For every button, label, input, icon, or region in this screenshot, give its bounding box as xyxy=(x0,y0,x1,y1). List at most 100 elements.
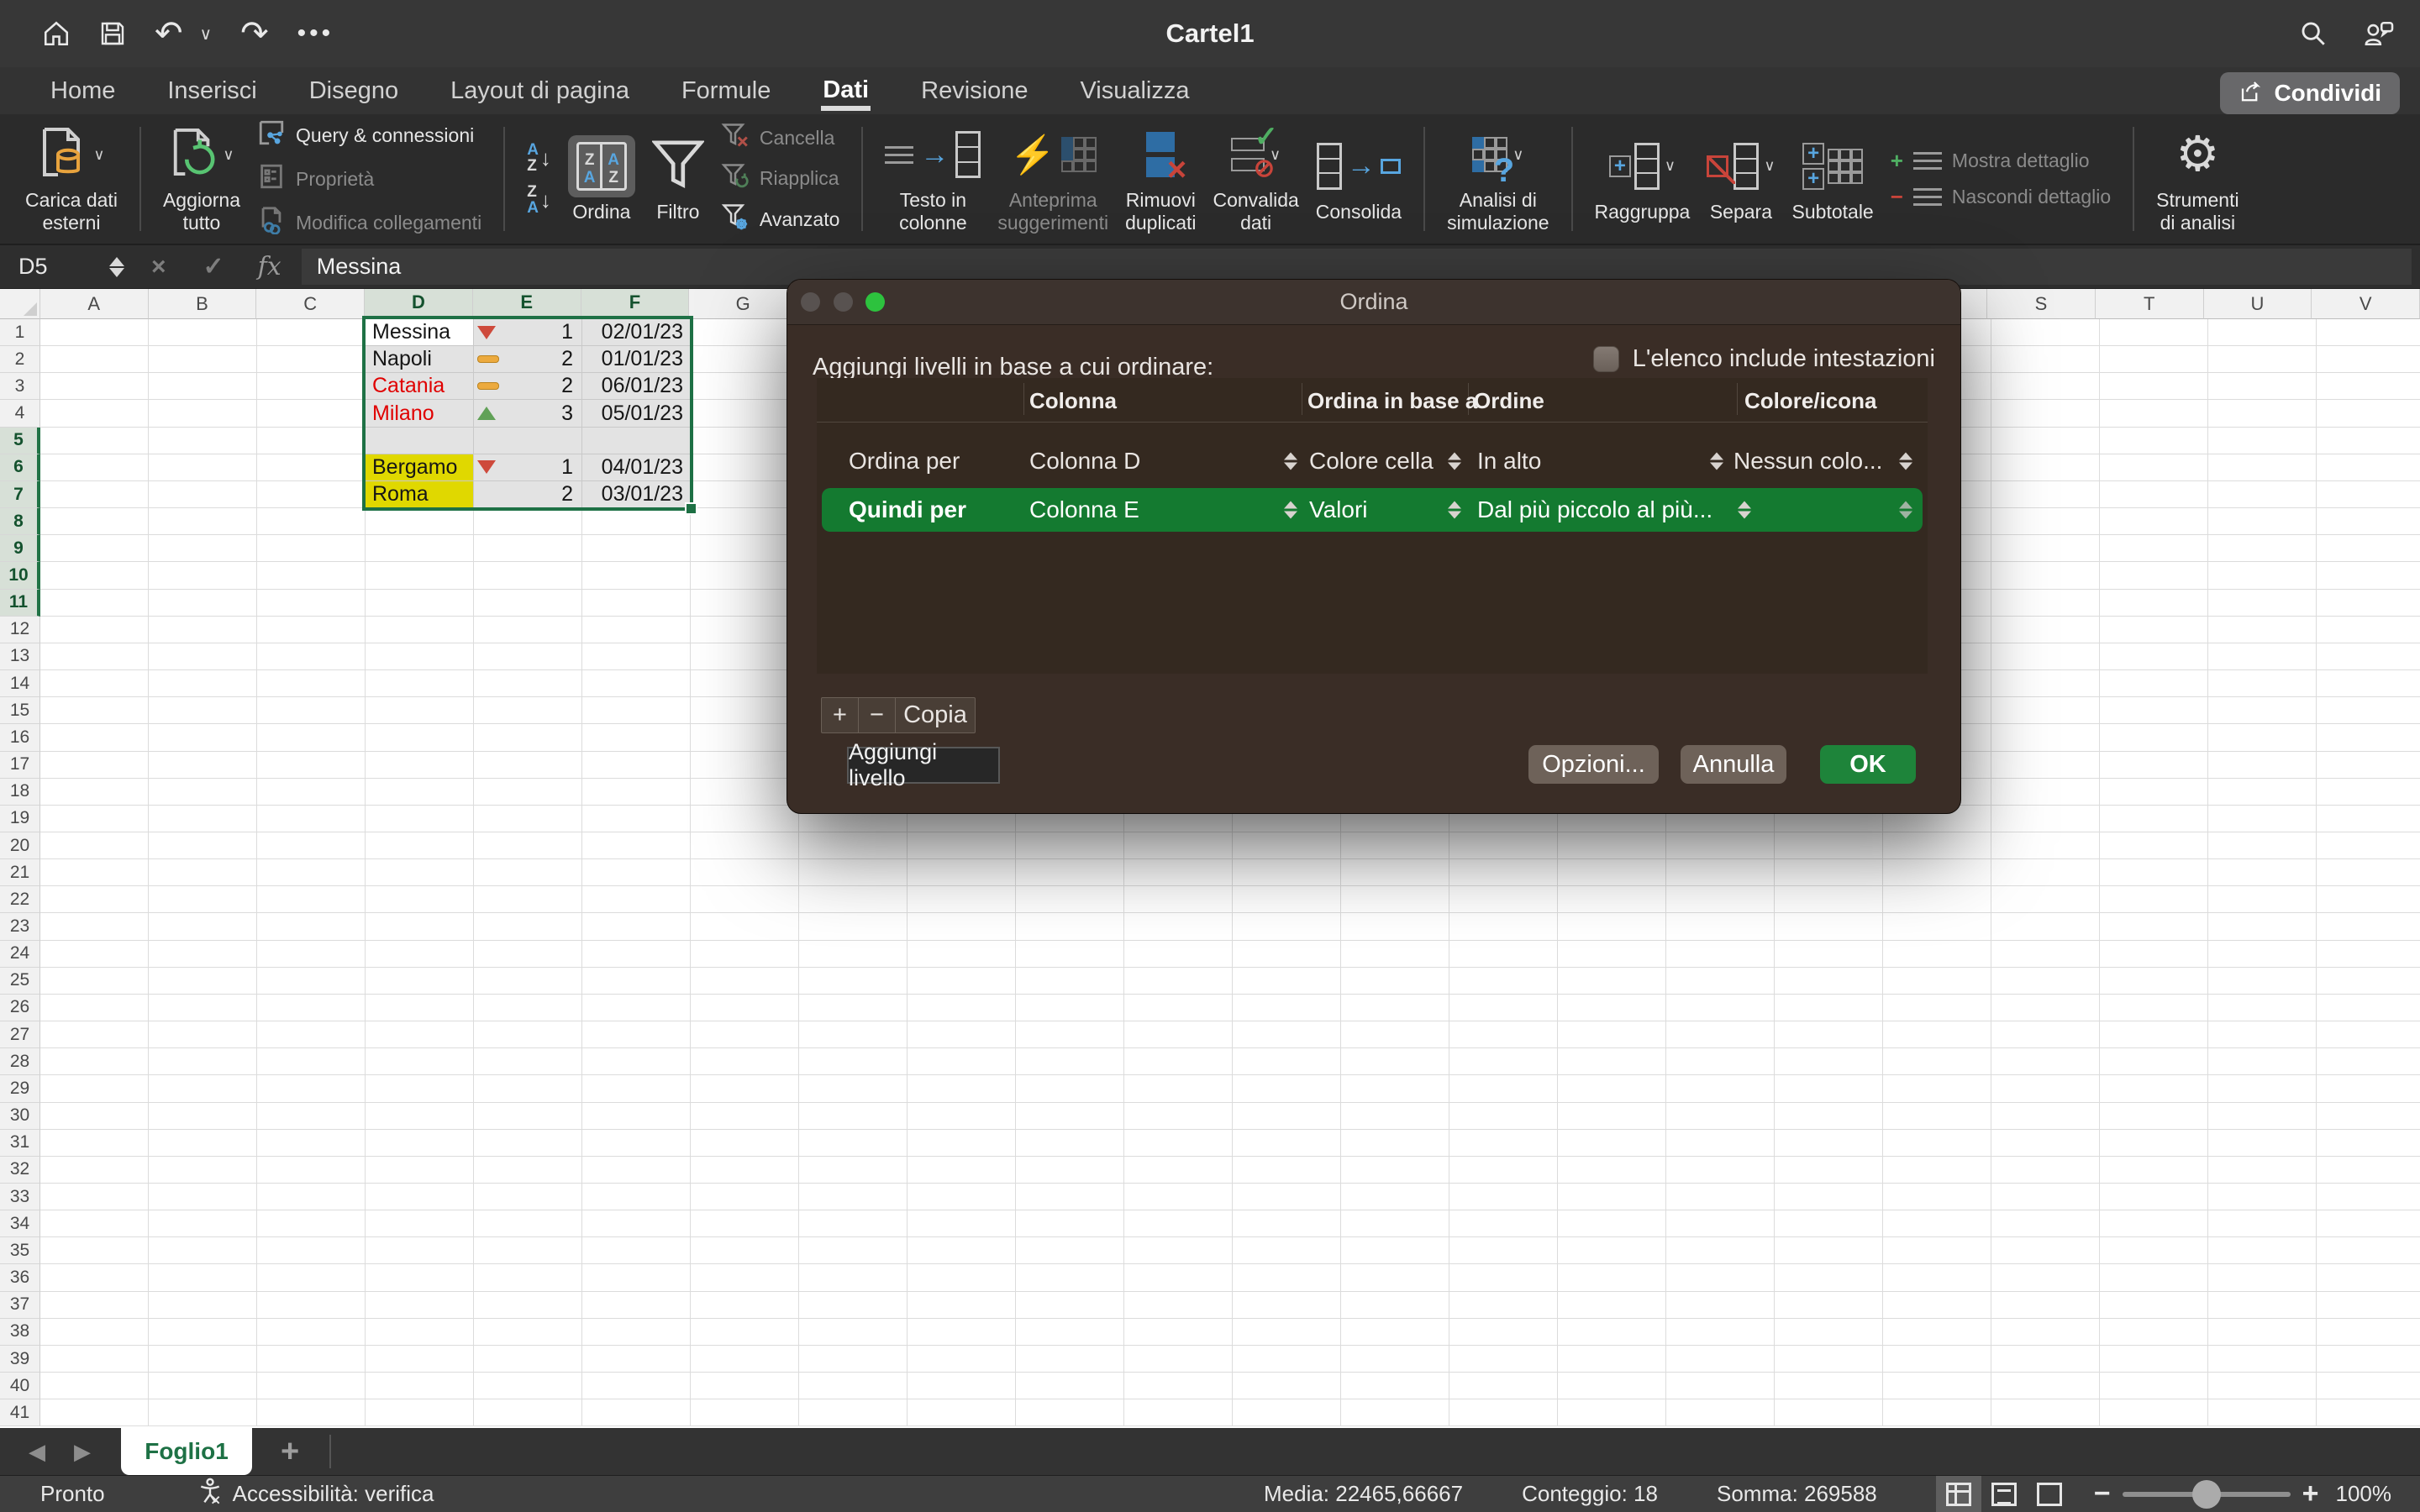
grid-cell[interactable] xyxy=(582,968,691,995)
grid-cell[interactable] xyxy=(1666,1399,1775,1426)
grid-cell[interactable] xyxy=(691,995,799,1021)
row-header-23[interactable]: 23 xyxy=(0,913,40,940)
grid-cell[interactable] xyxy=(2208,1210,2317,1237)
grid-cell[interactable] xyxy=(582,1157,691,1184)
grid-cell[interactable] xyxy=(691,724,799,751)
grid-cell[interactable] xyxy=(1991,724,2100,751)
grid-cell[interactable] xyxy=(1991,1157,2100,1184)
grid-cell[interactable] xyxy=(691,1075,799,1102)
grid-cell[interactable] xyxy=(1991,806,2100,832)
grid-cell[interactable] xyxy=(1124,1157,1233,1184)
grid-cell[interactable] xyxy=(1666,968,1775,995)
grid-cell[interactable] xyxy=(1016,886,1124,913)
undo-chevron-icon[interactable]: ∨ xyxy=(200,24,213,45)
grid-cell[interactable] xyxy=(474,1292,582,1319)
grid-cell[interactable] xyxy=(2208,806,2317,832)
grid-cell[interactable] xyxy=(1883,1292,1991,1319)
grid-cell[interactable] xyxy=(149,319,257,346)
grid-cell[interactable] xyxy=(1124,1021,1233,1048)
grid-cell[interactable] xyxy=(149,1075,257,1102)
row-header-10[interactable]: 10 xyxy=(0,562,40,589)
grid-cell[interactable] xyxy=(474,1184,582,1210)
grid-cell[interactable] xyxy=(2317,1130,2420,1157)
grid-cell[interactable] xyxy=(40,454,149,481)
grid-cell[interactable] xyxy=(1558,968,1666,995)
grid-cell[interactable] xyxy=(1991,1264,2100,1291)
order-dropdown[interactable]: Dal più piccolo al più... xyxy=(1477,496,1712,523)
grid-cell[interactable] xyxy=(2100,373,2208,400)
grid-cell[interactable] xyxy=(691,643,799,670)
row-header-28[interactable]: 28 xyxy=(0,1048,40,1075)
grid-cell[interactable] xyxy=(1016,1346,1124,1373)
grid-cell[interactable] xyxy=(1666,886,1775,913)
grid-cell[interactable] xyxy=(1666,1210,1775,1237)
grid-cell[interactable] xyxy=(1558,941,1666,968)
grid-cell[interactable] xyxy=(1775,886,1883,913)
row-header-21[interactable]: 21 xyxy=(0,859,40,886)
tab-visualizza[interactable]: Visualizza xyxy=(1078,72,1191,110)
grid-cell[interactable] xyxy=(1666,1319,1775,1346)
grid-cell[interactable] xyxy=(1449,1021,1558,1048)
grid-cell[interactable] xyxy=(1775,995,1883,1021)
grid-cell[interactable] xyxy=(40,1157,149,1184)
grid-cell[interactable] xyxy=(2100,913,2208,940)
grid-cell[interactable] xyxy=(474,590,582,617)
grid-cell[interactable] xyxy=(257,995,366,1021)
grid-cell[interactable] xyxy=(366,1130,474,1157)
grid-cell[interactable] xyxy=(1991,1103,2100,1130)
grid-cell[interactable] xyxy=(691,1373,799,1399)
grid-cell[interactable] xyxy=(366,1184,474,1210)
grid-cell[interactable] xyxy=(366,1157,474,1184)
grid-cell[interactable] xyxy=(2208,590,2317,617)
grid-cell[interactable] xyxy=(2100,1075,2208,1102)
grid-cell[interactable] xyxy=(2317,1184,2420,1210)
conteggio-stat[interactable]: Conteggio: 18 xyxy=(1522,1481,1658,1507)
grid-cell[interactable] xyxy=(2317,319,2420,346)
dropdown-stepper-icon[interactable] xyxy=(1899,453,1912,470)
cell-E9[interactable] xyxy=(474,428,582,454)
grid-cell[interactable] xyxy=(257,1184,366,1210)
grid-cell[interactable] xyxy=(1558,913,1666,940)
grid-cell[interactable] xyxy=(582,1048,691,1075)
column-header-U[interactable]: U xyxy=(2204,289,2312,319)
grid-cell[interactable] xyxy=(366,1319,474,1346)
grid-cell[interactable] xyxy=(1449,941,1558,968)
grid-cell[interactable] xyxy=(1558,1373,1666,1399)
grid-cell[interactable] xyxy=(1883,1075,1991,1102)
grid-cell[interactable] xyxy=(40,859,149,886)
grid-cell[interactable] xyxy=(1233,1103,1341,1130)
grid-cell[interactable] xyxy=(40,1319,149,1346)
grid-cell[interactable] xyxy=(799,886,908,913)
grid-cell[interactable] xyxy=(2317,859,2420,886)
grid-cell[interactable] xyxy=(799,1157,908,1184)
grid-cell[interactable] xyxy=(257,1075,366,1102)
grid-cell[interactable] xyxy=(1233,1130,1341,1157)
grid-cell[interactable] xyxy=(2100,697,2208,724)
grid-cell[interactable] xyxy=(2317,1103,2420,1130)
grid-cell[interactable] xyxy=(2208,697,2317,724)
grid-cell[interactable] xyxy=(257,1021,366,1048)
grid-cell[interactable] xyxy=(582,752,691,779)
column-dropdown[interactable]: Colonna E xyxy=(1029,496,1139,523)
grid-cell[interactable] xyxy=(1233,1210,1341,1237)
cell-E11[interactable]: 2 xyxy=(474,481,582,508)
grid-cell[interactable] xyxy=(1341,1157,1449,1184)
query-connessioni-button[interactable]: Query & connessioni xyxy=(257,118,481,152)
zoom-out-button[interactable]: − xyxy=(2094,1478,2111,1510)
dropdown-stepper-icon[interactable] xyxy=(1284,501,1297,519)
row-header-35[interactable]: 35 xyxy=(0,1237,40,1264)
grid-cell[interactable] xyxy=(2100,832,2208,859)
grid-cell[interactable] xyxy=(474,1021,582,1048)
grid-cell[interactable] xyxy=(1124,1103,1233,1130)
grid-cell[interactable] xyxy=(149,535,257,562)
grid-cell[interactable] xyxy=(149,806,257,832)
grid-cell[interactable] xyxy=(2100,941,2208,968)
grid-cell[interactable] xyxy=(1016,1292,1124,1319)
grid-cell[interactable] xyxy=(2100,806,2208,832)
grid-cell[interactable] xyxy=(908,1346,1016,1373)
row-header-30[interactable]: 30 xyxy=(0,1103,40,1130)
row-header-5[interactable]: 5 xyxy=(0,428,40,454)
somma-stat[interactable]: Somma: 269588 xyxy=(1717,1481,1877,1507)
grid-cell[interactable] xyxy=(582,832,691,859)
grid-cell[interactable] xyxy=(691,535,799,562)
